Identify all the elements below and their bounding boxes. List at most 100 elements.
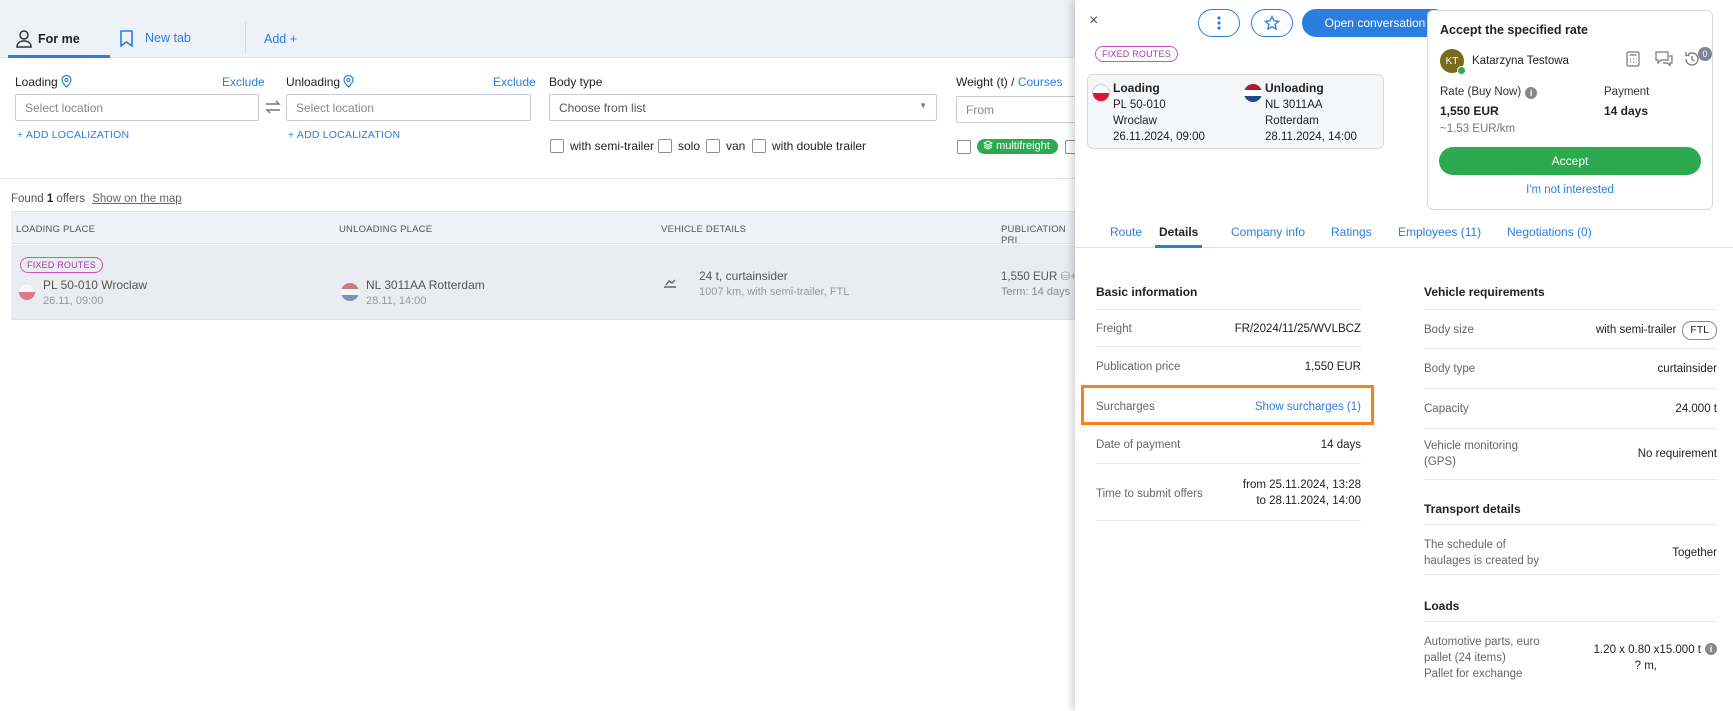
close-icon[interactable]: × — [1089, 12, 1098, 30]
date-of-payment-label: Date of payment — [1096, 439, 1181, 451]
calculator-icon[interactable] — [1626, 51, 1640, 67]
poland-flag-icon — [1092, 84, 1110, 102]
netherlands-flag-icon — [341, 283, 359, 301]
favorite-button[interactable] — [1251, 9, 1293, 37]
column-header: VEHICLE DETAILS — [661, 224, 747, 235]
checkbox-multifreight[interactable] — [957, 140, 971, 154]
tab-details[interactable]: Details — [1155, 225, 1203, 248]
load-item: Automotive parts, euro pallet (24 items)… — [1424, 621, 1717, 691]
row-price: 1,550 EUR ⛁+ — [1001, 271, 1077, 283]
route-unloading-title: Unloading — [1265, 81, 1324, 95]
unloading-add-localization[interactable]: + ADD LOCALIZATION — [288, 129, 400, 141]
truck-icon — [664, 279, 676, 288]
panel-tabs: Route Details Company info Ratings Emplo… — [1075, 220, 1733, 248]
route-summary: Loading PL 50-010 Wroclaw 26.11.2024, 09… — [1087, 74, 1384, 149]
body-type-label: Body type — [549, 75, 603, 89]
swap-icon[interactable] — [264, 99, 282, 115]
tab-employees[interactable]: Employees (11) — [1398, 225, 1481, 248]
layers-icon — [982, 140, 994, 150]
vehicle-sub: 1007 km, with semi-trailer, FTL — [699, 286, 850, 298]
chat-icon[interactable] — [1655, 51, 1673, 67]
netherlands-flag-icon — [1244, 84, 1262, 102]
time-to-submit-to: to 28.11.2024, 14:00 — [1256, 495, 1361, 507]
add-tab-button[interactable]: Add + — [264, 26, 297, 52]
schedule-value: Together — [1672, 547, 1717, 559]
rate-per-km: ~1.53 EUR/km — [1440, 123, 1516, 135]
fixed-routes-badge: FIXED ROUTES — [20, 257, 103, 273]
freight-value: FR/2024/11/25/WVLBCZ — [1234, 323, 1361, 335]
loading-place: PL 50-010 Wroclaw — [43, 278, 148, 292]
route-loading-city: Wroclaw — [1113, 115, 1157, 127]
body-type-value: curtainsider — [1657, 363, 1717, 375]
info-icon[interactable]: i — [1525, 87, 1538, 99]
more-options-button[interactable] — [1198, 9, 1240, 37]
body-type-select[interactable]: Choose from list ▼ — [549, 94, 937, 121]
date-of-payment-row: Date of payment 14 days — [1096, 426, 1361, 464]
checkbox-label: solo — [678, 139, 701, 153]
unloading-date: 28.11, 14:00 — [366, 295, 427, 307]
tab-company-info[interactable]: Company info — [1231, 225, 1305, 248]
tab-negotiations[interactable]: Negotiations (0) — [1507, 225, 1592, 248]
transport-details-title: Transport details — [1424, 502, 1521, 516]
star-icon — [1264, 15, 1280, 31]
fixed-routes-badge: FIXED ROUTES — [1095, 46, 1178, 62]
schedule-label-1: The schedule of — [1424, 539, 1506, 551]
tab-ratings[interactable]: Ratings — [1331, 225, 1372, 248]
tab-route[interactable]: Route — [1110, 225, 1142, 248]
table-row[interactable]: FIXED ROUTES PL 50-010 Wroclaw 26.11, 09… — [11, 245, 1080, 320]
loading-location-input[interactable]: Select location — [15, 94, 259, 121]
payment-value: 14 days — [1604, 104, 1649, 118]
route-unloading-city: Rotterdam — [1265, 115, 1319, 127]
load-dims-2: ? m, — [1634, 660, 1657, 672]
rate-label: Rate (Buy Now) i — [1440, 86, 1538, 99]
loading-label: Loading — [15, 74, 72, 89]
capacity-label: Capacity — [1424, 403, 1469, 415]
tabs-bar: For me New tab Add + — [0, 0, 1080, 58]
unloading-exclude-link[interactable]: Exclude — [493, 75, 536, 89]
show-on-map-link[interactable]: Show on the map — [92, 193, 182, 205]
load-item-line-1: Automotive parts, euro — [1424, 636, 1540, 648]
location-pin-icon — [343, 74, 354, 88]
body-type-label: Body type — [1424, 363, 1476, 375]
load-item-line-3: Pallet for exchange — [1424, 668, 1523, 680]
checkbox-solo[interactable] — [658, 139, 672, 153]
loading-add-localization[interactable]: + ADD LOCALIZATION — [17, 129, 129, 141]
vehicle-monitoring-row: Vehicle monitoring (GPS) No requirement — [1424, 429, 1717, 480]
courses-link[interactable]: Courses — [1018, 75, 1063, 89]
more-vertical-icon — [1217, 16, 1221, 30]
column-header: LOADING PLACE — [16, 224, 96, 235]
surcharges-highlight — [1081, 385, 1374, 425]
weight-label: Weight (t) / Courses — [956, 75, 1063, 89]
vehicle-main: 24 t, curtainsider — [699, 269, 788, 283]
loads-title: Loads — [1424, 599, 1460, 613]
unloading-location-input[interactable]: Select location — [286, 94, 531, 121]
capacity-row: Capacity 24.000 t — [1424, 389, 1717, 429]
tab-for-me[interactable]: For me — [8, 22, 110, 58]
freight-label: Freight — [1096, 323, 1132, 335]
capacity-value: 24.000 t — [1675, 403, 1717, 415]
column-header: PUBLICATION PRI — [1001, 224, 1066, 246]
publication-price-value: 1,550 EUR — [1304, 361, 1361, 373]
vehicle-requirements-title: Vehicle requirements — [1424, 285, 1545, 299]
filters-divider — [0, 178, 1080, 179]
publication-price-label: Publication price — [1096, 361, 1181, 373]
route-loading-date: 26.11.2024, 09:00 — [1113, 131, 1205, 143]
unloading-label: Unloading — [286, 74, 354, 89]
weight-from-input[interactable]: From — [956, 96, 1080, 123]
checkbox-van[interactable] — [706, 139, 720, 153]
date-of-payment-value: 14 days — [1320, 439, 1361, 451]
body-type-row: Body type curtainsider — [1424, 349, 1717, 389]
tab-new[interactable]: New tab — [118, 22, 246, 54]
checkbox-label: with double trailer — [772, 139, 867, 153]
route-unloading-postal: NL 3011AA — [1265, 99, 1323, 111]
info-icon[interactable]: i — [1705, 643, 1717, 655]
not-interested-link[interactable]: I'm not interested — [1428, 184, 1712, 196]
checkbox-double-trailer[interactable] — [752, 139, 766, 153]
checkbox-semi-trailer[interactable] — [550, 139, 564, 153]
route-loading-postal: PL 50-010 — [1113, 99, 1166, 111]
time-to-submit-label: Time to submit offers — [1096, 488, 1203, 500]
location-pin-icon — [61, 74, 72, 88]
accept-button[interactable]: Accept — [1439, 147, 1701, 175]
schedule-row: The schedule of haulages is created by T… — [1424, 524, 1717, 575]
loading-exclude-link[interactable]: Exclude — [222, 75, 265, 89]
